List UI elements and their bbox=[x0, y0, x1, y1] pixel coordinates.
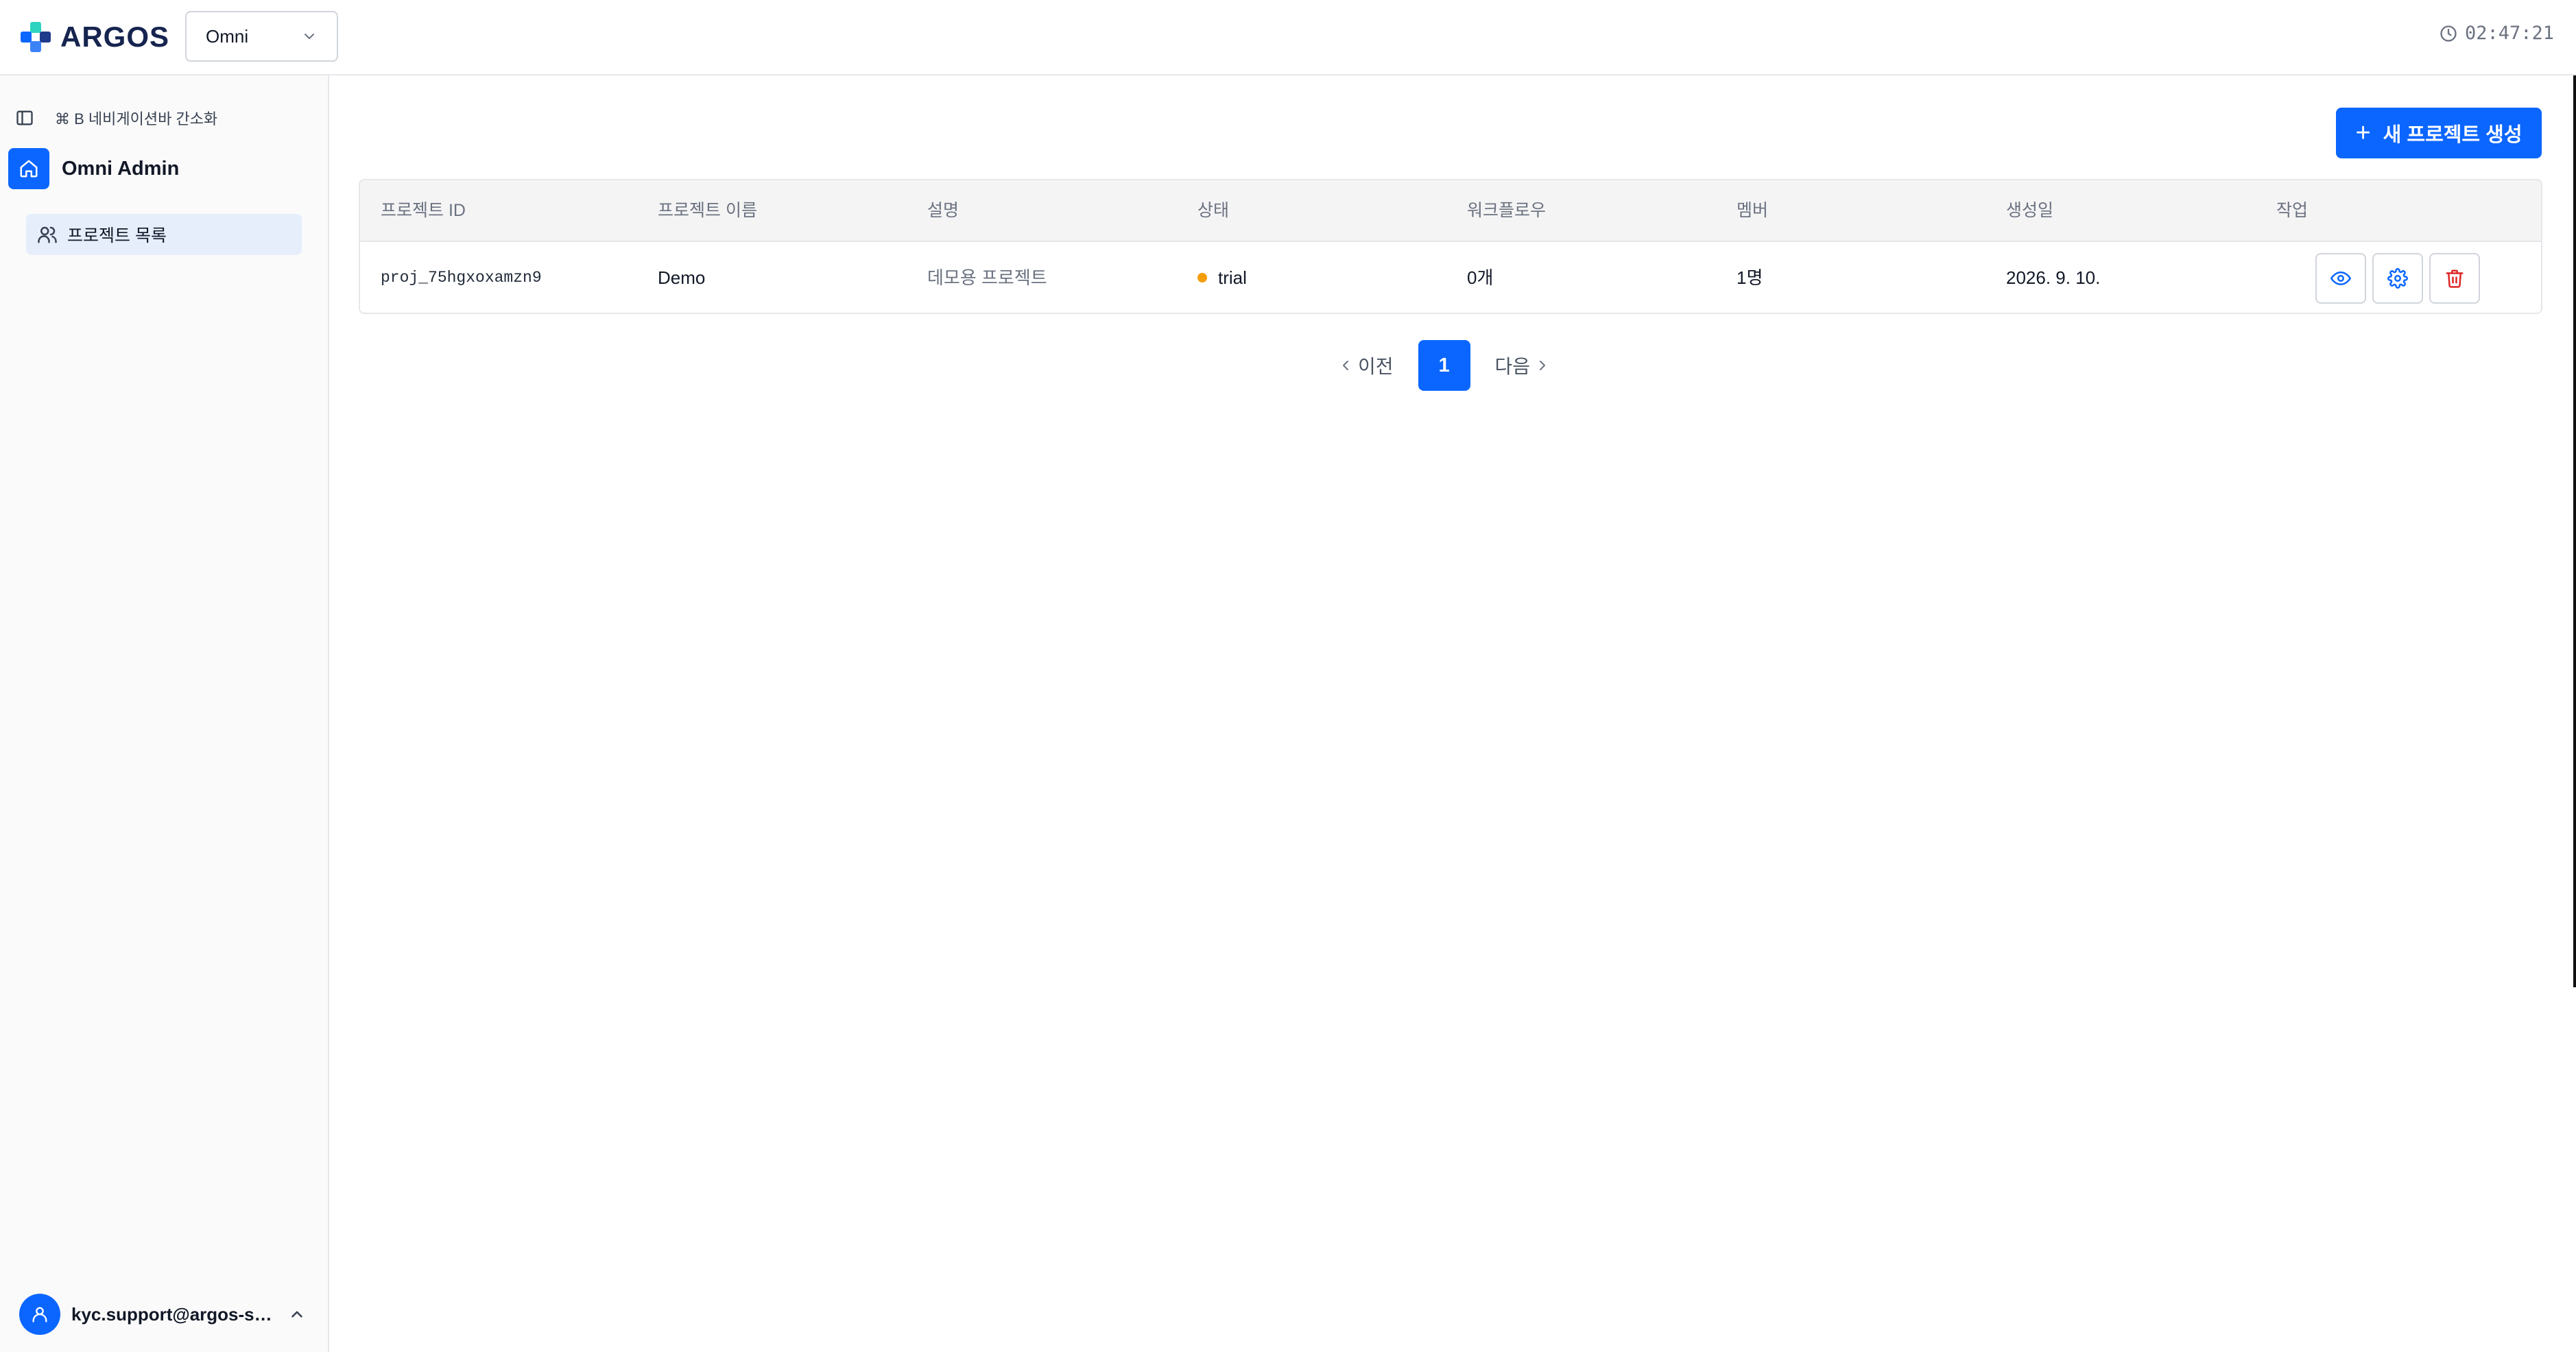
sidebar-item-label: 프로젝트 목록 bbox=[67, 226, 167, 245]
sidebar-toggle-icon bbox=[16, 110, 33, 125]
user-email: kyc.support@argos-solutions.io bbox=[71, 1303, 277, 1325]
status-dot bbox=[1197, 273, 1207, 283]
settings-button[interactable] bbox=[2372, 253, 2423, 304]
argos-logo[interactable]: ARGOS bbox=[19, 21, 169, 53]
view-button[interactable] bbox=[2315, 253, 2366, 304]
eye-icon bbox=[2330, 271, 2351, 285]
scrollbar[interactable] bbox=[2573, 75, 2576, 987]
trash-icon bbox=[2446, 269, 2464, 288]
clock: 02:47:21 bbox=[2439, 23, 2554, 44]
home-icon bbox=[8, 148, 49, 189]
plus-icon: + bbox=[2355, 119, 2371, 147]
chevron-down-icon bbox=[301, 28, 318, 45]
top-header: ARGOS Omni 02:47:21 bbox=[0, 0, 2576, 75]
collapse-hint: ⌘ B 네비게이션바 간소화 bbox=[55, 110, 218, 128]
gear-icon bbox=[2387, 268, 2408, 289]
project-name: Demo bbox=[658, 267, 706, 288]
column-header: 작업 bbox=[2276, 201, 2309, 220]
status-badge: trial bbox=[1197, 242, 1247, 313]
admin-title: Omni Admin bbox=[62, 157, 180, 180]
created-date: 2026. 9. 10. bbox=[2006, 267, 2101, 288]
project-id: proj_75hgxoxamzn9 bbox=[381, 269, 542, 287]
sidebar-collapse-toggle[interactable]: ⌘ B 네비게이션바 간소화 bbox=[15, 107, 217, 129]
column-header: 프로젝트 이름 bbox=[658, 201, 757, 220]
column-header: 설명 bbox=[927, 201, 959, 220]
table-row[interactable]: proj_75hgxoxamzn9 Demo 데모용 프로젝트 trial 0개… bbox=[360, 242, 2541, 313]
project-description: 데모용 프로젝트 bbox=[927, 267, 1047, 288]
project-selector-value: Omni bbox=[206, 25, 249, 47]
delete-button[interactable] bbox=[2429, 253, 2480, 304]
user-icon bbox=[32, 1307, 47, 1323]
column-header: 생성일 bbox=[2006, 201, 2054, 220]
project-table: 프로젝트 ID 프로젝트 이름 설명 상태 워크플로우 멤버 생성일 작업 pr… bbox=[359, 179, 2542, 314]
chevron-up-icon bbox=[288, 1305, 306, 1323]
prev-page-label: 이전 bbox=[1358, 356, 1394, 377]
argos-logo-icon bbox=[21, 22, 51, 52]
workflow-count: 0개 bbox=[1467, 267, 1494, 288]
next-page-button[interactable]: 다음 bbox=[1495, 352, 1551, 379]
pagination: 이전 1 다음 bbox=[1337, 340, 1551, 391]
new-project-label: 새 프로젝트 생성 bbox=[2383, 124, 2523, 146]
status-text: trial bbox=[1218, 267, 1247, 288]
users-icon bbox=[38, 226, 57, 243]
table-header: 프로젝트 ID 프로젝트 이름 설명 상태 워크플로우 멤버 생성일 작업 bbox=[360, 180, 2541, 242]
admin-header[interactable]: Omni Admin bbox=[8, 148, 179, 189]
new-project-button[interactable]: + 새 프로젝트 생성 bbox=[2336, 108, 2542, 158]
sidebar-item-project-list[interactable]: 프로젝트 목록 bbox=[26, 214, 302, 255]
prev-page-button[interactable]: 이전 bbox=[1337, 352, 1394, 379]
sidebar: ⌘ B 네비게이션바 간소화 Omni Admin 프로젝트 목록 kyc.su… bbox=[0, 75, 329, 1352]
column-header: 상태 bbox=[1197, 201, 1230, 220]
column-header: 워크플로우 bbox=[1467, 201, 1547, 220]
avatar bbox=[19, 1294, 60, 1335]
member-count: 1명 bbox=[1737, 267, 1763, 288]
column-header: 프로젝트 ID bbox=[381, 201, 466, 220]
chevron-right-icon bbox=[1540, 361, 1546, 370]
page-button-current[interactable]: 1 bbox=[1418, 340, 1470, 391]
project-selector[interactable]: Omni bbox=[185, 11, 338, 62]
column-header: 멤버 bbox=[1737, 201, 1769, 220]
logo-text: ARGOS bbox=[60, 21, 170, 53]
clock-time: 02:47:21 bbox=[2464, 23, 2554, 44]
clock-icon bbox=[2440, 25, 2457, 42]
next-page-label: 다음 bbox=[1494, 356, 1531, 377]
chevron-left-icon bbox=[1343, 361, 1348, 370]
user-menu[interactable]: kyc.support@argos-solutions.io bbox=[19, 1293, 314, 1336]
